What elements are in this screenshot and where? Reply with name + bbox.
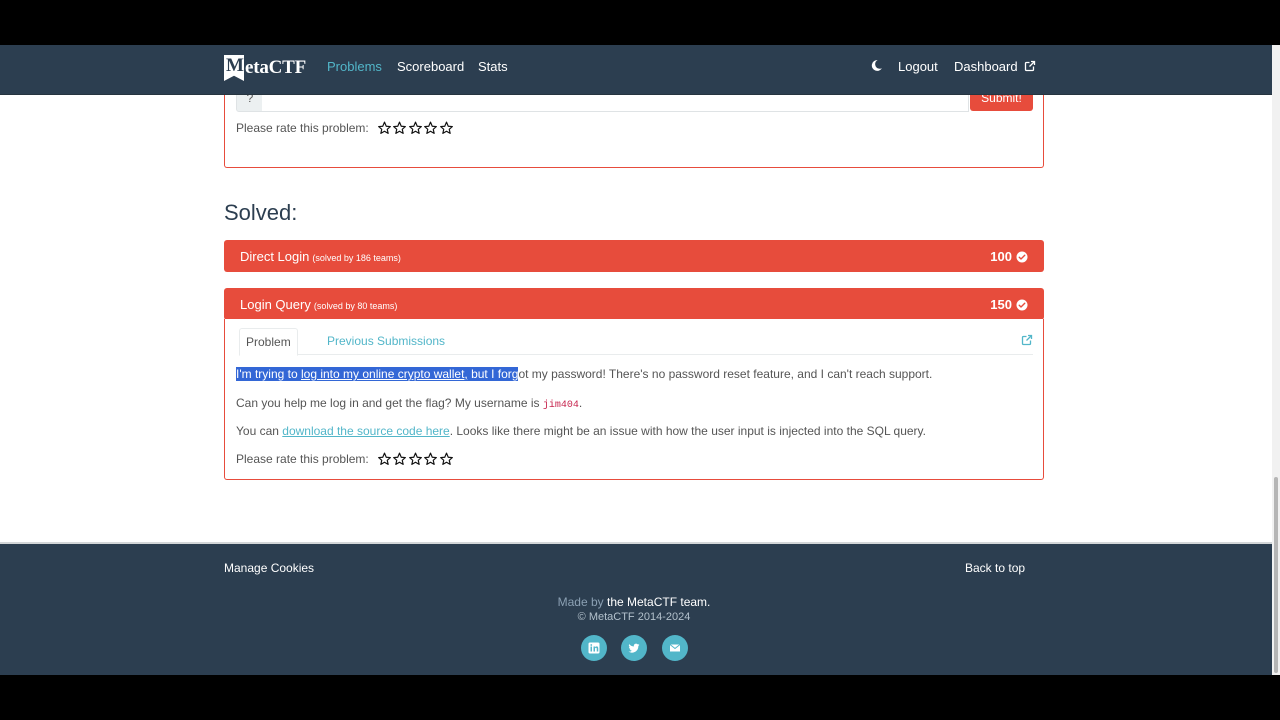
page-viewport: ? Submit! Please rate this problem: Solv… — [0, 45, 1272, 675]
scrollbar[interactable] — [1272, 45, 1280, 675]
problem-title: Login Query (solved by 80 teams) — [240, 297, 398, 312]
nav-scoreboard[interactable]: Scoreboard — [397, 59, 464, 74]
metactf-logo[interactable]: M etaCTF — [224, 55, 306, 81]
star-outline-icon[interactable] — [377, 452, 392, 466]
problem-header-direct-login[interactable]: Direct Login (solved by 186 teams) 100 — [224, 240, 1044, 272]
top-navbar: M etaCTF Problems Scoreboard Stats Logou… — [0, 45, 1272, 95]
wallet-link[interactable]: log into my online crypto wallet, — [301, 367, 468, 381]
rating-stars — [377, 121, 455, 135]
twitter-button[interactable] — [621, 635, 647, 661]
logo-mark: M — [224, 55, 244, 81]
tab-previous-submissions[interactable]: Previous Submissions — [321, 328, 451, 354]
problem-paragraph-3: You can download the source code here. L… — [236, 424, 926, 438]
star-outline-icon[interactable] — [377, 121, 392, 135]
star-outline-icon[interactable] — [423, 121, 438, 135]
footer: Manage Cookies Back to top Made by the M… — [0, 542, 1272, 675]
rating-row: Please rate this problem: — [236, 121, 454, 135]
star-outline-icon[interactable] — [439, 452, 454, 466]
problem-points: 150 — [990, 297, 1028, 312]
linkedin-icon — [588, 642, 600, 654]
copyright: © MetaCTF 2014-2024 — [577, 611, 691, 623]
tab-problem[interactable]: Problem — [239, 328, 298, 356]
star-outline-icon[interactable] — [408, 452, 423, 466]
star-outline-icon[interactable] — [392, 121, 407, 135]
rating-row: Please rate this problem: — [236, 452, 454, 466]
team-link[interactable]: the MetaCTF team. — [607, 595, 710, 609]
star-outline-icon[interactable] — [392, 452, 407, 466]
nav-dashboard[interactable]: Dashboard — [954, 59, 1036, 74]
moon-icon[interactable] — [870, 59, 883, 72]
download-source-link[interactable]: download the source code here — [282, 424, 449, 438]
email-button[interactable] — [662, 635, 688, 661]
problem-points: 100 — [990, 249, 1028, 264]
problem-tabs: Problem Previous Submissions — [239, 328, 1033, 356]
rating-stars — [377, 452, 455, 466]
linkedin-button[interactable] — [581, 635, 607, 661]
problem-paragraph-2: Can you help me log in and get the flag?… — [236, 396, 583, 411]
external-link-icon — [1024, 60, 1035, 72]
logo-text: etaCTF — [245, 57, 307, 78]
scrollbar-thumb[interactable] — [1274, 477, 1278, 673]
rating-label: Please rate this problem: — [236, 452, 369, 466]
nav-stats[interactable]: Stats — [478, 59, 508, 74]
problem-detail-panel: Problem Previous Submissions I'm trying … — [224, 319, 1044, 480]
star-outline-icon[interactable] — [408, 121, 423, 135]
back-to-top-link[interactable]: Back to top — [965, 561, 1025, 575]
solved-count: (solved by 186 teams) — [312, 253, 401, 263]
problem-header-login-query[interactable]: Login Query (solved by 80 teams) 150 — [224, 288, 1044, 320]
made-by-line: Made by the MetaCTF team. — [557, 595, 711, 609]
rating-label: Please rate this problem: — [236, 121, 369, 135]
check-circle-icon — [1016, 299, 1028, 310]
check-circle-icon — [1016, 251, 1028, 262]
username-code: jim404 — [542, 400, 579, 411]
external-link-icon[interactable] — [1021, 334, 1033, 346]
twitter-icon — [628, 643, 640, 653]
envelope-icon — [669, 644, 681, 652]
selected-text: I'm trying to log into my online crypto … — [236, 367, 519, 381]
solved-count: (solved by 80 teams) — [313, 301, 398, 311]
manage-cookies-link[interactable]: Manage Cookies — [224, 561, 314, 575]
problem-title: Direct Login (solved by 186 teams) — [240, 249, 401, 264]
solved-heading: Solved: — [224, 200, 298, 225]
star-outline-icon[interactable] — [439, 121, 454, 135]
nav-logout[interactable]: Logout — [898, 59, 938, 74]
star-outline-icon[interactable] — [423, 452, 438, 466]
problem-paragraph-1: I'm trying to log into my online crypto … — [236, 367, 933, 381]
nav-problems[interactable]: Problems — [327, 59, 382, 74]
